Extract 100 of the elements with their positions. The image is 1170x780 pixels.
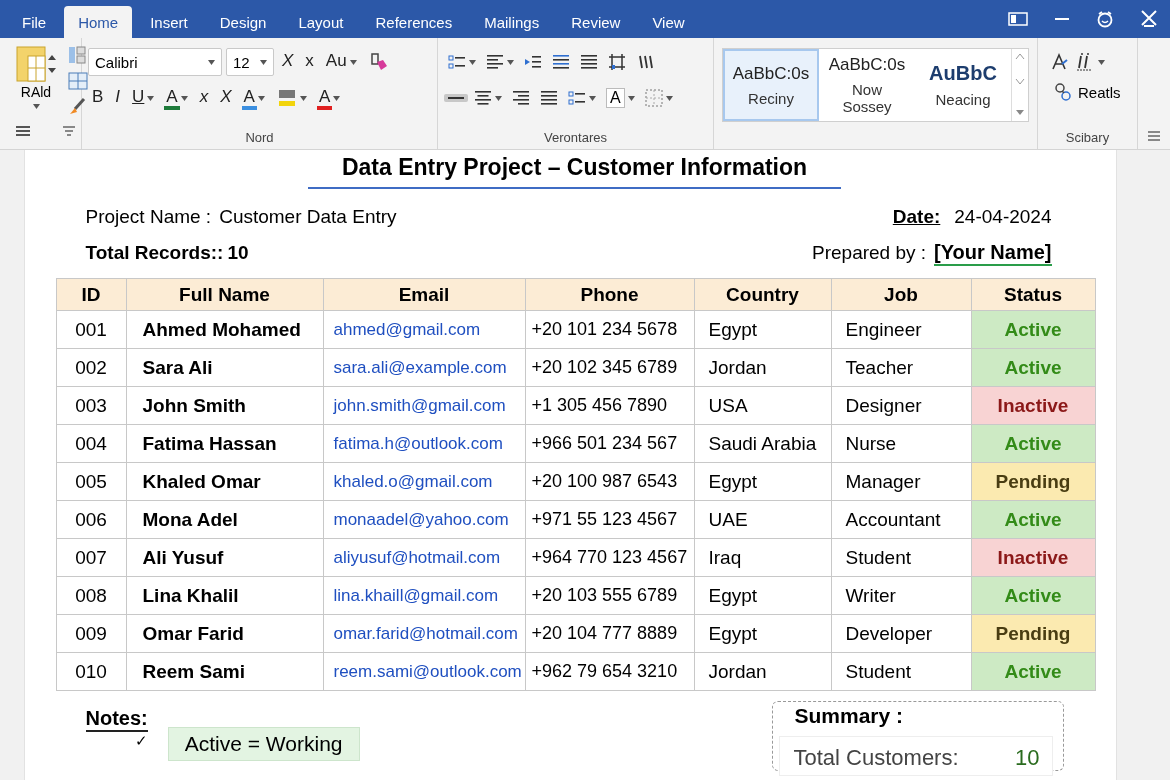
email-link[interactable]: reem.sami@outlook.com — [323, 652, 525, 691]
summary-label: Total Customers: — [793, 745, 959, 771]
status-cell: Inactive — [971, 538, 1095, 577]
eraser-icon — [368, 52, 389, 72]
table-cell: Reem Sami — [126, 652, 323, 691]
justify-icon — [552, 53, 570, 71]
layout-icon[interactable] — [1008, 12, 1028, 26]
paragraph-button[interactable]: A — [602, 85, 639, 111]
status-cell: Active — [971, 500, 1095, 539]
format-button[interactable]: x — [301, 47, 318, 77]
note-tag: Active = Working — [167, 727, 360, 761]
field-label: Total Records:: — [85, 242, 224, 264]
filter-icon[interactable] — [63, 126, 75, 136]
replace-icon — [1054, 83, 1072, 101]
format-button[interactable]: Au — [321, 47, 361, 77]
ribbon-tab[interactable]: References — [361, 6, 467, 38]
ribbon-tab[interactable]: Mailings — [470, 6, 554, 38]
group-label: Nord — [244, 130, 275, 145]
column-header: Phone — [525, 278, 694, 311]
table-cell: 010 — [56, 652, 126, 691]
column-header: Job — [831, 278, 971, 311]
email-link[interactable]: john.smith@gmail.com — [323, 386, 525, 425]
borders-icon — [644, 89, 663, 107]
table-cell: Saudi Arabia — [694, 424, 831, 463]
table-cell: USA — [694, 386, 831, 425]
table-cell: +20 104 777 8889 — [525, 614, 694, 653]
spin-arrows-icon[interactable] — [48, 54, 56, 74]
replace-button[interactable]: Reatls — [1050, 80, 1131, 104]
highlighter-icon — [276, 88, 297, 108]
table-cell: +962 79 654 3210 — [525, 652, 694, 691]
table-cell: Ali Yusuf — [126, 538, 323, 577]
table-cell: 006 — [56, 500, 126, 539]
table-cell: Egypt — [694, 614, 831, 653]
status-cell: Active — [971, 576, 1095, 615]
ribbon-tab[interactable]: File — [8, 6, 61, 38]
status-cell: Pending — [971, 614, 1095, 653]
column-header: Email — [323, 278, 525, 311]
email-link[interactable]: lina.khaill@gmail.com — [323, 576, 525, 615]
column-header: Full Name — [126, 278, 323, 311]
font-color-button[interactable]: A — [162, 83, 192, 113]
menu-icon[interactable] — [16, 126, 30, 136]
paste-button[interactable]: RAld — [20, 82, 52, 100]
font-name-field[interactable]: Calibri — [88, 48, 222, 76]
table-cell: Egypt — [694, 576, 831, 615]
table-cell: +964 770 123 4567 — [525, 538, 694, 577]
table-cell: Omar Farid — [126, 614, 323, 653]
email-link[interactable]: aliyusuf@hotmail.com — [323, 538, 525, 577]
format-button[interactable]: X — [216, 83, 236, 113]
table-cell: Writer — [831, 576, 971, 615]
caret-icon — [260, 59, 267, 65]
email-link[interactable]: fatima.h@outlook.com — [323, 424, 525, 463]
field-value: [Your Name] — [934, 240, 1052, 266]
summary-value: 10 — [1015, 745, 1040, 771]
font-size-field[interactable]: 12 — [226, 48, 274, 76]
status-cell: Inactive — [971, 386, 1095, 425]
email-link[interactable]: khaled.o@gmail.com — [323, 462, 525, 501]
table-cell: +966 501 234 567 — [525, 424, 694, 463]
justify-icon — [540, 89, 558, 107]
close-icon[interactable] — [1140, 10, 1158, 28]
format-button[interactable]: X — [278, 47, 298, 77]
font-color-button[interactable]: A — [239, 83, 269, 113]
marks-icon — [636, 53, 654, 71]
table-cell: Designer — [831, 386, 971, 425]
table-cell: 009 — [56, 614, 126, 653]
ribbon-tab[interactable]: Insert — [136, 6, 202, 38]
email-link[interactable]: ahmed@gmail.com — [323, 310, 525, 349]
column-header: Status — [971, 278, 1095, 311]
email-link[interactable]: monaadel@yahoo.com — [323, 500, 525, 539]
table-cell: +20 103 555 6789 — [525, 576, 694, 615]
dash-icon — [448, 97, 464, 99]
email-link[interactable]: omar.farid@hotmail.com — [323, 614, 525, 653]
group-label: Scibary — [1064, 130, 1111, 145]
notes-label: Notes: — [85, 707, 148, 732]
status-cell: Active — [971, 310, 1095, 349]
format-button[interactable]: I — [111, 83, 125, 113]
table-cell: 008 — [56, 576, 126, 615]
options-icon[interactable] — [1148, 131, 1160, 141]
ribbon-tab[interactable]: Layout — [284, 6, 358, 38]
ribbon-tab[interactable]: View — [638, 6, 699, 38]
field-value: Customer Data Entry — [219, 206, 397, 228]
field-label: Project Name : — [85, 206, 212, 228]
paragraph-button[interactable] — [444, 94, 468, 102]
ribbon-tab[interactable]: Home — [64, 6, 133, 38]
table-cell: Ahmed Mohamed — [126, 310, 323, 349]
table-cell: Developer — [831, 614, 971, 653]
table-cell: Khaled Omar — [126, 462, 323, 501]
ribbon-tab[interactable]: Design — [205, 6, 281, 38]
script-icon[interactable] — [1074, 52, 1094, 72]
text-effects-icon[interactable] — [1050, 52, 1070, 72]
format-button[interactable]: U — [128, 83, 159, 113]
ribbon-tab[interactable]: Review — [557, 6, 635, 38]
format-button[interactable]: x — [195, 83, 213, 113]
font-color-button[interactable]: A — [314, 83, 345, 113]
format-button[interactable]: B — [88, 83, 108, 113]
table-cell: 005 — [56, 462, 126, 501]
indent-icon — [524, 53, 542, 71]
email-link[interactable]: sara.ali@example.com — [323, 348, 525, 387]
brush-icon[interactable] — [68, 98, 86, 116]
style-option[interactable]: AaBbC:0s Reciny — [723, 49, 819, 121]
table-cell: Nurse — [831, 424, 971, 463]
